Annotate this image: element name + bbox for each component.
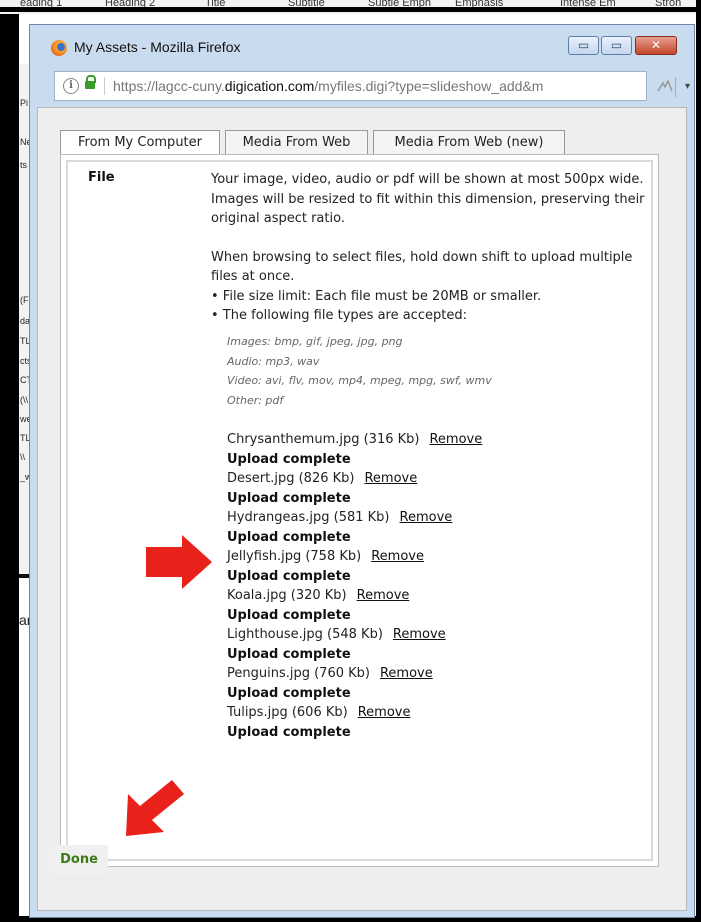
minimize-button[interactable]: ▭ [568, 36, 599, 55]
background-fragment: Pi [20, 98, 29, 108]
uploaded-files-list: Chrysanthemum.jpg (316 Kb) Remove Upload … [227, 430, 482, 742]
instruction-size-limit: • File size limit: Each file must be 20M… [211, 288, 542, 304]
tab-media-from-web[interactable]: Media From Web [225, 130, 368, 154]
uploaded-file-name: Jellyfish.jpg (758 Kb) [227, 549, 362, 564]
uploaded-file-name: Lighthouse.jpg (548 Kb) [227, 627, 383, 642]
url-domain: digication.com [224, 78, 315, 94]
maximize-icon: ▭ [610, 38, 623, 52]
close-button[interactable]: ✕ [635, 36, 677, 55]
info-icon[interactable]: i [63, 78, 79, 94]
upload-status: Upload complete [227, 646, 351, 662]
background-frame-right [696, 0, 701, 922]
instruction-size-note: Your image, video, audio or pdf will be … [211, 172, 645, 226]
upload-status: Upload complete [227, 607, 351, 623]
accepted-file-types: Images: bmp, gif, jpeg, jpg, png Audio: … [227, 332, 492, 410]
upload-status: Upload complete [227, 490, 351, 506]
uploaded-file: Hydrangeas.jpg (581 Kb) Remove [227, 508, 482, 528]
uploaded-file-name: Chrysanthemum.jpg (316 Kb) [227, 432, 420, 447]
uploaded-file: Chrysanthemum.jpg (316 Kb) Remove [227, 430, 482, 450]
background-fragment: ts [20, 160, 28, 170]
upload-status: Upload complete [227, 724, 351, 740]
url-prefix: https://lagcc-cuny. [113, 78, 225, 94]
window-title: My Assets - Mozilla Firefox [74, 39, 241, 55]
address-bar[interactable]: i https://lagcc-cuny.digication.com/myfi… [54, 71, 647, 101]
accepted-audio: Audio: mp3, wav [227, 354, 320, 368]
minimize-icon: ▭ [577, 38, 590, 52]
uploaded-file: Lighthouse.jpg (548 Kb) Remove [227, 625, 482, 645]
firefox-logo-icon [51, 40, 67, 56]
done-button[interactable]: Done [50, 845, 108, 875]
upload-status: Upload complete [227, 685, 351, 701]
lock-icon[interactable] [85, 75, 96, 89]
window-titlebar[interactable]: My Assets - Mozilla Firefox ▭ ▭ ✕ [30, 25, 694, 65]
upload-status: Upload complete [227, 451, 351, 467]
url-suffix: /myfiles.digi?type=slideshow_add&m [314, 78, 544, 94]
remove-link[interactable]: Remove [364, 471, 417, 486]
uploaded-file-name: Hydrangeas.jpg (581 Kb) [227, 510, 390, 525]
background-frame-left [0, 0, 19, 922]
instruction-multi-select: When browsing to select files, hold down… [211, 249, 633, 285]
background-frame-top [0, 7, 701, 12]
tab-media-from-web-new[interactable]: Media From Web (new) [373, 130, 565, 154]
uploaded-file-name: Koala.jpg (320 Kb) [227, 588, 347, 603]
accepted-images: Images: bmp, gif, jpeg, jpg, png [227, 335, 403, 348]
annotation-arrow-right-icon [146, 535, 212, 589]
remove-link[interactable]: Remove [429, 432, 482, 447]
uploaded-file-name: Tulips.jpg (606 Kb) [227, 705, 348, 720]
upload-status: Upload complete [227, 529, 351, 545]
accepted-other: Other: pdf [227, 393, 284, 407]
remove-link[interactable]: Remove [371, 549, 424, 564]
maximize-button[interactable]: ▭ [601, 36, 632, 55]
tab-from-my-computer[interactable]: From My Computer [60, 130, 220, 156]
uploaded-file: Tulips.jpg (606 Kb) Remove [227, 703, 482, 723]
remove-link[interactable]: Remove [400, 510, 453, 525]
annotation-arrow-down-left-icon [126, 780, 184, 836]
file-field-label: File [88, 170, 115, 185]
instruction-file-types: • The following file types are accepted: [211, 308, 467, 323]
upload-status: Upload complete [227, 568, 351, 584]
upload-instructions: Your image, video, audio or pdf will be … [211, 170, 651, 326]
chevron-down-icon[interactable]: ▾ [675, 77, 690, 97]
background-fragment: (\\ [20, 395, 28, 405]
uploaded-file: Desert.jpg (826 Kb) Remove [227, 469, 482, 489]
remove-link[interactable]: Remove [380, 666, 433, 681]
uploaded-file: Jellyfish.jpg (758 Kb) Remove [227, 547, 482, 567]
uploaded-file: Koala.jpg (320 Kb) Remove [227, 586, 482, 606]
remove-link[interactable]: Remove [357, 588, 410, 603]
address-bar-separator [104, 77, 105, 95]
plugin-icon[interactable] [656, 79, 674, 95]
close-icon: ✕ [650, 38, 662, 52]
uploaded-file-name: Penguins.jpg (760 Kb) [227, 666, 370, 681]
accepted-video: Video: avi, flv, mov, mp4, mpeg, mpg, sw… [227, 374, 492, 387]
upload-panel-inner: File Your image, video, audio or pdf wil… [66, 160, 653, 861]
url-text[interactable]: https://lagcc-cuny.digication.com/myfile… [113, 78, 553, 94]
background-fragment: \\ [20, 452, 26, 462]
uploaded-file: Penguins.jpg (760 Kb) Remove [227, 664, 482, 684]
uploaded-file-name: Desert.jpg (826 Kb) [227, 471, 355, 486]
remove-link[interactable]: Remove [393, 627, 446, 642]
upload-panel: File Your image, video, audio or pdf wil… [60, 154, 659, 867]
remove-link[interactable]: Remove [358, 705, 411, 720]
